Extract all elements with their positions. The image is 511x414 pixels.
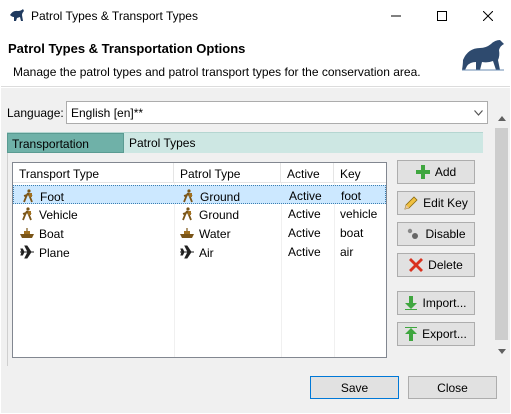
dialog-header: Patrol Types & Transportation Options Ma… — [1, 31, 510, 87]
delete-button[interactable]: Delete — [397, 253, 475, 277]
export-arrow-up-icon — [405, 327, 418, 341]
column-header-active[interactable]: Active — [281, 163, 334, 183]
column-header-key[interactable]: Key — [334, 163, 386, 183]
add-button[interactable]: Add — [397, 160, 475, 184]
key-cell: vehicle — [340, 207, 378, 221]
import-arrow-down-icon — [405, 296, 418, 310]
minimize-icon — [391, 15, 401, 16]
table-header: Transport Type Patrol Type Active Key — [13, 163, 386, 183]
active-cell: Active — [288, 245, 321, 259]
language-label: Language: — [7, 106, 64, 120]
header-description: Manage the patrol types and patrol trans… — [13, 65, 421, 79]
transport-types-table[interactable]: Transport Type Patrol Type Active Key Fo… — [12, 162, 387, 358]
export-button[interactable]: Export... — [397, 322, 475, 346]
plus-icon — [415, 165, 430, 179]
transport-type-cell: Plane — [19, 242, 70, 261]
close-icon — [483, 10, 493, 21]
column-header-transport-type[interactable]: Transport Type — [13, 163, 174, 183]
maximize-button[interactable] — [419, 0, 465, 31]
leopard-logo-icon — [462, 40, 504, 71]
active-cell: Active — [288, 226, 321, 240]
table-row[interactable]: Plane Air Active air — [13, 242, 386, 261]
close-button[interactable]: Close — [408, 376, 497, 399]
key-cell: foot — [341, 189, 362, 203]
patrol-type-cell: Water — [179, 223, 231, 242]
minimize-button[interactable] — [373, 0, 419, 31]
dots-icon — [408, 228, 419, 239]
tab-strip: Transportation Types Patrol Types — [7, 132, 483, 165]
patrol-type-cell: Air — [179, 242, 214, 261]
transport-type-cell: Vehicle — [19, 204, 78, 223]
scroll-up-icon[interactable] — [493, 110, 510, 127]
key-cell: boat — [340, 226, 364, 240]
app-leopard-icon — [10, 9, 24, 21]
column-header-patrol-type[interactable]: Patrol Type — [174, 163, 281, 183]
import-button[interactable]: Import... — [397, 291, 475, 315]
active-cell: Active — [289, 189, 322, 203]
hiker-icon — [22, 207, 32, 221]
title-bar: Patrol Types & Transport Types — [0, 0, 511, 31]
language-value: English [en]** — [71, 106, 144, 120]
window-title: Patrol Types & Transport Types — [31, 9, 198, 23]
transport-type-cell: Foot — [20, 186, 64, 205]
table-row[interactable]: Vehicle Ground Active vehicle — [13, 204, 386, 223]
plane-icon — [180, 245, 194, 259]
maximize-icon — [437, 10, 447, 21]
key-cell: air — [340, 245, 354, 259]
close-window-button[interactable] — [465, 0, 511, 31]
chevron-down-icon[interactable] — [469, 102, 487, 123]
scroll-down-icon[interactable] — [493, 343, 510, 360]
table-row[interactable]: Boat Water Active boat — [13, 223, 386, 242]
vertical-scrollbar[interactable] — [493, 110, 510, 360]
hiker-icon — [23, 189, 33, 203]
scrollbar-thumb[interactable] — [495, 128, 508, 340]
pencil-icon — [404, 196, 418, 210]
patrol-type-cell: Ground — [180, 186, 240, 205]
patrol-type-cell: Ground — [179, 204, 239, 223]
boat-icon — [20, 228, 34, 238]
disable-button[interactable]: Disable — [397, 222, 475, 246]
table-row[interactable]: Foot Ground Active foot — [13, 185, 386, 204]
tab-transportation-types[interactable]: Transportation Types — [7, 133, 124, 165]
edit-key-button[interactable]: Edit Key — [397, 191, 475, 215]
save-button[interactable]: Save — [310, 376, 399, 399]
delete-x-icon — [409, 258, 424, 272]
boat-icon — [180, 228, 194, 238]
hiker-icon — [183, 189, 193, 203]
active-cell: Active — [288, 207, 321, 221]
transport-type-cell: Boat — [19, 223, 64, 242]
language-select[interactable]: English [en]** — [66, 101, 488, 124]
header-title: Patrol Types & Transportation Options — [8, 41, 246, 56]
plane-icon — [20, 245, 34, 259]
hiker-icon — [182, 207, 192, 221]
tab-patrol-types[interactable]: Patrol Types — [125, 133, 199, 153]
